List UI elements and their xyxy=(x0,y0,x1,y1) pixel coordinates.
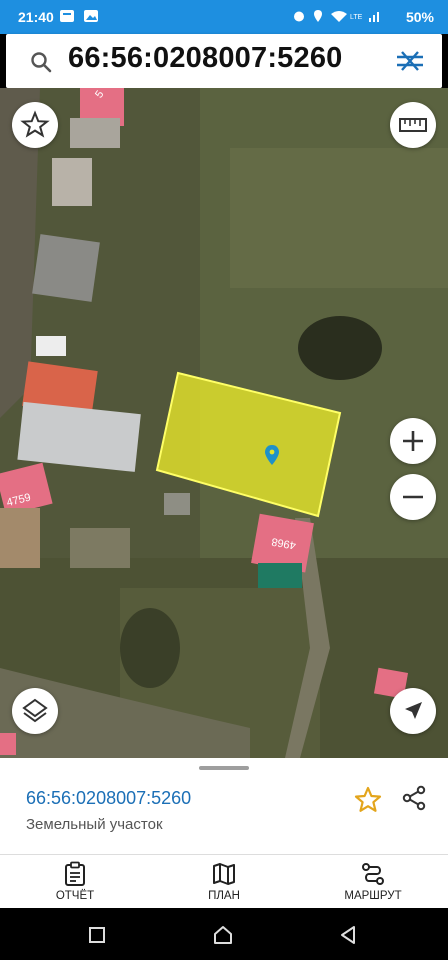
satellite-map[interactable]: 5 4759 4968 xyxy=(0,88,448,758)
system-navigation-bar xyxy=(0,908,448,960)
navigation-arrow-icon xyxy=(405,702,422,719)
search-query[interactable]: 66:56:0208007:5260 xyxy=(68,42,343,75)
bottom-navigation: ОТЧЁТ ПЛАН МАРШРУТ xyxy=(0,854,448,909)
recent-apps-icon[interactable] xyxy=(88,926,106,944)
notification-icon xyxy=(60,10,74,22)
layers-button[interactable] xyxy=(12,688,58,734)
route-icon xyxy=(362,863,384,885)
clear-search-icon[interactable] xyxy=(396,50,424,72)
property-type: Земельный участок xyxy=(26,816,163,833)
status-bar: 21:40 LTE 50% xyxy=(0,0,448,34)
signal-icon xyxy=(369,12,379,22)
alarm-icon xyxy=(294,11,304,22)
star-outline-icon xyxy=(20,110,50,138)
plus-icon xyxy=(403,431,423,451)
parcel-info-sheet[interactable]: 66:56:0208007:5260 Земельный участок xyxy=(0,758,448,854)
svg-text:LTE: LTE xyxy=(350,14,363,21)
minus-icon xyxy=(403,495,423,499)
wifi-lte-icon: LTE xyxy=(331,11,363,22)
layers-icon xyxy=(22,698,48,723)
ruler-button[interactable] xyxy=(390,102,436,148)
tab-route[interactable]: МАРШРУТ xyxy=(313,855,433,909)
tab-report-label: ОТЧЁТ xyxy=(55,890,95,902)
map-icon xyxy=(213,863,235,885)
clipboard-icon xyxy=(65,861,85,886)
cadastral-number[interactable]: 66:56:0208007:5260 xyxy=(26,788,191,809)
search-bar[interactable]: 66:56:0208007:5260 xyxy=(6,34,442,88)
tab-plan[interactable]: ПЛАН xyxy=(164,855,284,909)
battery-level: 50% xyxy=(405,9,434,25)
ruler-icon xyxy=(399,118,427,132)
home-icon[interactable] xyxy=(213,925,233,945)
tab-route-label: МАРШРУТ xyxy=(344,890,402,902)
search-icon xyxy=(31,52,52,73)
my-location-button[interactable] xyxy=(390,688,436,734)
gallery-icon xyxy=(84,10,98,22)
zoom-out-button[interactable] xyxy=(390,474,436,520)
share-icon[interactable] xyxy=(400,784,428,812)
tab-plan-label: ПЛАН xyxy=(208,890,240,902)
back-icon[interactable] xyxy=(338,925,358,945)
sheet-drag-handle[interactable] xyxy=(199,766,249,770)
satellite-imagery: 5 4759 4968 xyxy=(0,88,448,758)
status-time: 21:40 xyxy=(18,9,54,25)
zoom-in-button[interactable] xyxy=(390,418,436,464)
favorite-map-button[interactable] xyxy=(12,102,58,148)
location-icon xyxy=(314,10,322,22)
tab-report[interactable]: ОТЧЁТ xyxy=(15,855,135,909)
favorite-star-icon[interactable] xyxy=(354,786,382,814)
